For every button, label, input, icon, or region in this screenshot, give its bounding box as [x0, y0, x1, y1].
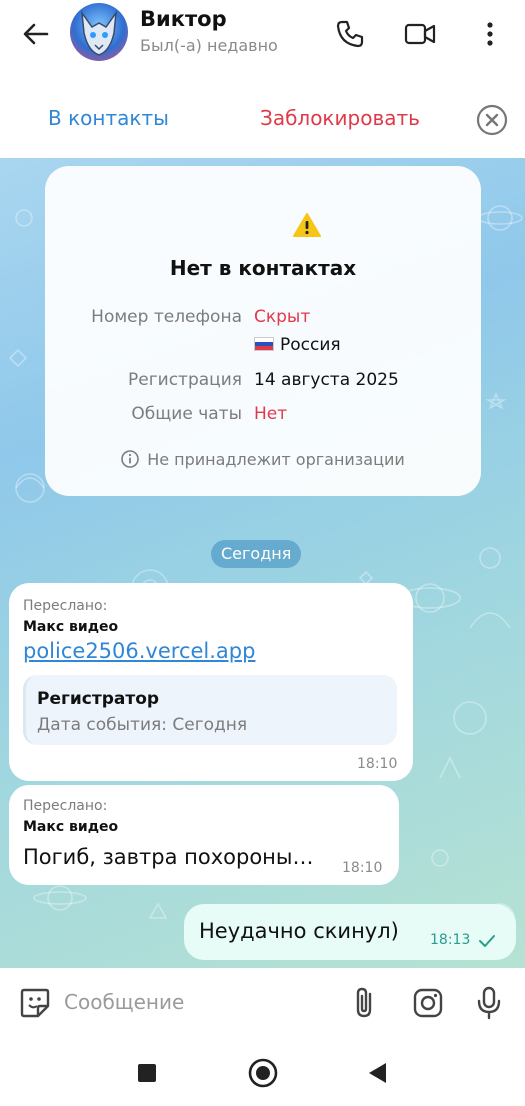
non-contact-info-card: Нет в контактах Номер телефона Скрыт Рос… — [45, 166, 481, 496]
block-user-button[interactable]: Заблокировать — [260, 106, 420, 130]
chat-area[interactable]: Нет в контактах Номер телефона Скрыт Рос… — [0, 158, 525, 968]
link-preview[interactable]: Регистратор Дата события: Сегодня — [23, 675, 397, 745]
country-value: Россия — [254, 335, 341, 355]
forwarded-from[interactable]: Макс видео — [23, 819, 118, 835]
warning-icon — [293, 213, 321, 237]
organization-text: Не принадлежит организации — [147, 450, 405, 469]
recent-apps-icon[interactable] — [130, 1056, 164, 1090]
message-bubble[interactable]: Переслано: Макс видео Погиб, завтра похо… — [9, 785, 399, 885]
add-to-contacts-button[interactable]: В контакты — [48, 106, 169, 130]
avatar[interactable] — [70, 3, 128, 61]
non-contact-action-bar: В контакты Заблокировать — [0, 80, 525, 158]
forwarded-label: Переслано: — [23, 598, 108, 614]
message-text: Неудачно скинул) — [199, 919, 399, 943]
home-icon[interactable] — [246, 1056, 280, 1090]
info-card-title: Нет в контактах — [169, 256, 357, 280]
phone-label: Номер телефона — [91, 307, 242, 327]
message-bubble[interactable]: Переслано: Макс видео police2506.vercel.… — [9, 583, 413, 781]
more-vert-icon[interactable] — [470, 14, 510, 54]
microphone-icon[interactable] — [470, 984, 508, 1022]
outgoing-message-bubble[interactable]: Неудачно скинул) 18:13 — [184, 904, 516, 960]
system-navigation-bar — [0, 1038, 525, 1106]
message-time: 18:10 — [342, 860, 383, 876]
registration-value: 14 августа 2025 — [254, 370, 399, 390]
phone-value: Скрыт — [254, 307, 311, 327]
last-seen-status: Был(-а) недавно — [140, 36, 278, 55]
video-call-icon[interactable] — [400, 14, 440, 54]
date-separator: Сегодня — [211, 540, 302, 568]
link-preview-description: Дата события: Сегодня — [37, 715, 248, 735]
attach-icon[interactable] — [346, 984, 384, 1022]
common-chats-value: Нет — [254, 404, 288, 424]
registration-label: Регистрация — [128, 370, 242, 390]
message-time: 18:10 — [357, 756, 398, 772]
message-input[interactable]: Сообщение — [64, 990, 184, 1014]
message-text: Погиб, завтра похороны… — [23, 845, 314, 869]
organization-note: Не принадлежит организации — [45, 450, 481, 469]
link-preview-title: Регистратор — [37, 689, 160, 709]
chat-header: Виктор Был(-а) недавно — [0, 0, 525, 72]
contact-name[interactable]: Виктор — [140, 7, 227, 31]
back-arrow-icon[interactable] — [18, 16, 54, 52]
close-icon[interactable] — [476, 104, 508, 136]
forwarded-label: Переслано: — [23, 798, 108, 814]
info-icon — [121, 450, 139, 468]
sticker-icon[interactable] — [16, 984, 54, 1022]
back-nav-icon[interactable] — [360, 1056, 394, 1090]
russia-flag-icon — [254, 337, 274, 351]
message-link[interactable]: police2506.vercel.app — [23, 639, 255, 663]
forwarded-from[interactable]: Макс видео — [23, 619, 118, 635]
country-name: Россия — [280, 335, 341, 355]
sent-check-icon — [479, 935, 495, 947]
message-input-bar: Сообщение — [0, 968, 525, 1038]
camera-icon[interactable] — [409, 984, 447, 1022]
message-time: 18:13 — [430, 932, 471, 948]
phone-icon[interactable] — [330, 14, 370, 54]
common-chats-label: Общие чаты — [131, 404, 242, 424]
